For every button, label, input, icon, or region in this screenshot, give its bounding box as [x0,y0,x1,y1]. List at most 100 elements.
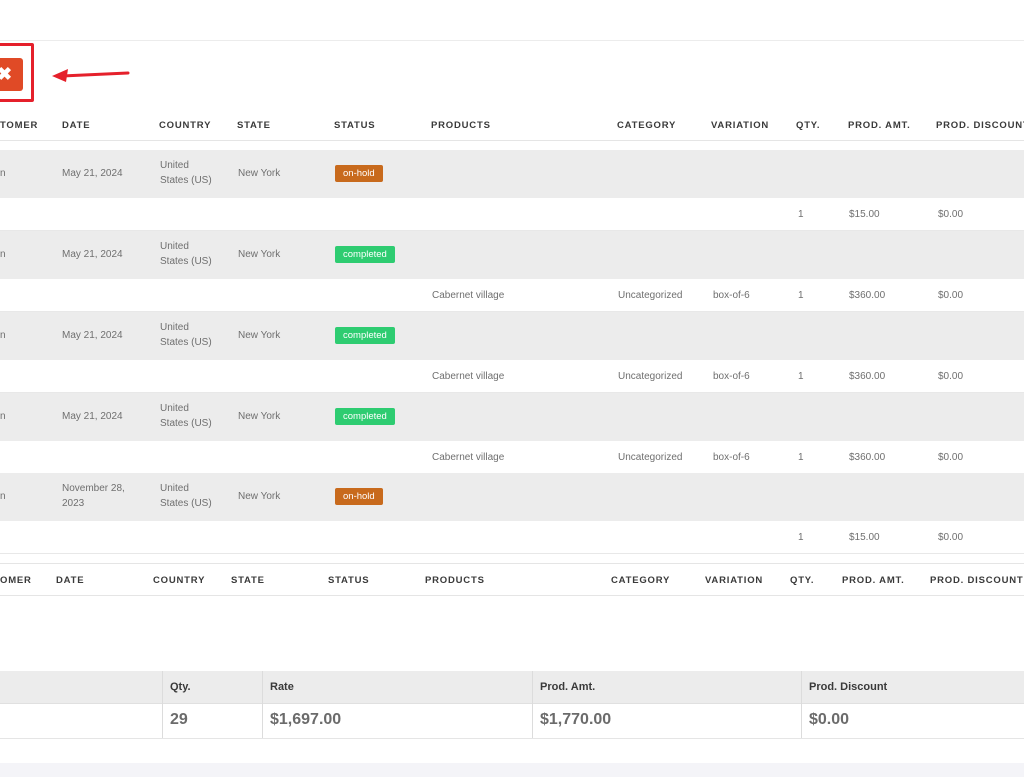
country-cell: United States (US) [160,322,212,348]
totals-rate-value: $1,697.00 [270,711,342,728]
totals-amount-label: Prod. Amt. [540,681,596,693]
date-cell: May 21, 2024 [62,249,123,260]
customer-cell: n [0,491,6,502]
highlight-annotation-box [0,43,34,102]
col-variation[interactable]: VARIATION [705,575,763,586]
amount-cell: $360.00 [849,371,886,382]
top-divider [0,40,1024,41]
state-cell: New York [238,491,281,502]
table-header: TOMER DATE COUNTRY STATE STATUS PRODUCTS… [0,108,1024,141]
table-row[interactable]: 1 $15.00 $0.00 [0,198,1024,231]
qty-cell: 1 [798,452,804,463]
status-badge: on-hold [335,488,383,505]
col-date[interactable]: DATE [62,120,90,131]
divider [801,671,802,738]
col-qty[interactable]: QTY. [796,120,820,131]
discount-cell: $0.00 [938,452,964,463]
col-prod-discount[interactable]: PROD. DISCOUNT [930,575,1024,586]
totals-amount-value: $1,770.00 [540,711,612,728]
state-cell: New York [238,411,281,422]
col-products[interactable]: PRODUCTS [425,575,485,586]
discount-cell: $0.00 [938,209,964,220]
variation-cell: box-of-6 [713,371,750,382]
date-cell: November 28, 2023 [62,483,125,509]
product-cell[interactable]: Cabernet village [432,450,504,465]
discount-cell: $0.00 [938,290,964,301]
totals-discount-value: $0.00 [809,711,850,728]
col-prod-discount[interactable]: PROD. DISCOUNT [936,120,1024,131]
col-category[interactable]: CATEGORY [611,575,670,586]
divider [162,671,163,738]
customer-cell: n [0,411,6,422]
annotation-arrow-icon [52,69,130,82]
status-badge: on-hold [335,165,383,182]
discount-cell: $0.00 [938,371,964,382]
category-cell: Uncategorized [618,452,683,463]
variation-cell: box-of-6 [713,452,750,463]
state-cell: New York [238,249,281,260]
qty-cell: 1 [798,371,804,382]
col-qty[interactable]: QTY. [790,575,814,586]
table-row[interactable]: 1 $15.00 $0.00 [0,521,1024,554]
col-variation[interactable]: VARIATION [711,120,769,131]
country-cell: United States (US) [160,160,212,186]
totals-qty-value: 29 [170,711,188,728]
table-row[interactable]: n May 21, 2024 United States (US) New Yor… [0,150,1024,198]
col-category[interactable]: CATEGORY [617,120,676,131]
country-cell: United States (US) [160,403,212,429]
state-cell: New York [238,168,281,179]
col-products[interactable]: PRODUCTS [431,120,491,131]
table-row[interactable]: Cabernet village Uncategorized box-of-6 … [0,279,1024,312]
status-badge: completed [335,327,395,344]
col-country[interactable]: COUNTRY [153,575,205,586]
variation-cell: box-of-6 [713,290,750,301]
col-date[interactable]: DATE [56,575,84,586]
totals-table: Qty. Rate Prod. Amt. Prod. Discount 29 $… [0,671,1024,739]
col-prod-amt[interactable]: PROD. AMT. [848,120,911,131]
col-status[interactable]: STATUS [328,575,369,586]
date-cell: May 21, 2024 [62,168,123,179]
category-cell: Uncategorized [618,371,683,382]
col-country[interactable]: COUNTRY [159,120,211,131]
table-row[interactable]: n May 21, 2024 United States (US) New Yor… [0,393,1024,441]
table-row[interactable]: n November 28, 2023 United States (US) New… [0,473,1024,521]
status-badge: completed [335,246,395,263]
totals-qty-label: Qty. [170,681,191,693]
country-cell: United States (US) [160,241,212,267]
col-status[interactable]: STATUS [334,120,375,131]
table-row[interactable]: Cabernet village Uncategorized box-of-6 … [0,360,1024,393]
divider [532,671,533,738]
col-customer[interactable]: TOMER [0,120,38,131]
col-state[interactable]: STATE [231,575,265,586]
state-cell: New York [238,330,281,341]
qty-cell: 1 [798,532,804,543]
amount-cell: $360.00 [849,452,886,463]
col-customer[interactable]: OMER [0,575,32,586]
qty-cell: 1 [798,209,804,220]
divider [262,671,263,738]
page-footer-band [0,763,1024,777]
col-state[interactable]: STATE [237,120,271,131]
totals-rate-label: Rate [270,681,294,693]
customer-cell: n [0,168,6,179]
table-row[interactable]: n May 21, 2024 United States (US) New Yor… [0,231,1024,279]
amount-cell: $15.00 [849,532,880,543]
table-footer-header: OMER DATE COUNTRY STATE STATUS PRODUCTS … [0,563,1024,596]
table-row[interactable]: Cabernet village Uncategorized box-of-6 … [0,441,1024,474]
date-cell: May 21, 2024 [62,330,123,341]
amount-cell: $15.00 [849,209,880,220]
country-cell: United States (US) [160,483,212,509]
customer-cell: n [0,249,6,260]
amount-cell: $360.00 [849,290,886,301]
col-prod-amt[interactable]: PROD. AMT. [842,575,905,586]
product-cell[interactable]: Cabernet village [432,288,504,303]
totals-discount-label: Prod. Discount [809,681,888,693]
category-cell: Uncategorized [618,290,683,301]
qty-cell: 1 [798,290,804,301]
discount-cell: $0.00 [938,532,964,543]
status-badge: completed [335,408,395,425]
date-cell: May 21, 2024 [62,411,123,422]
customer-cell: n [0,330,6,341]
product-cell[interactable]: Cabernet village [432,369,504,384]
table-row[interactable]: n May 21, 2024 United States (US) New Yor… [0,312,1024,360]
